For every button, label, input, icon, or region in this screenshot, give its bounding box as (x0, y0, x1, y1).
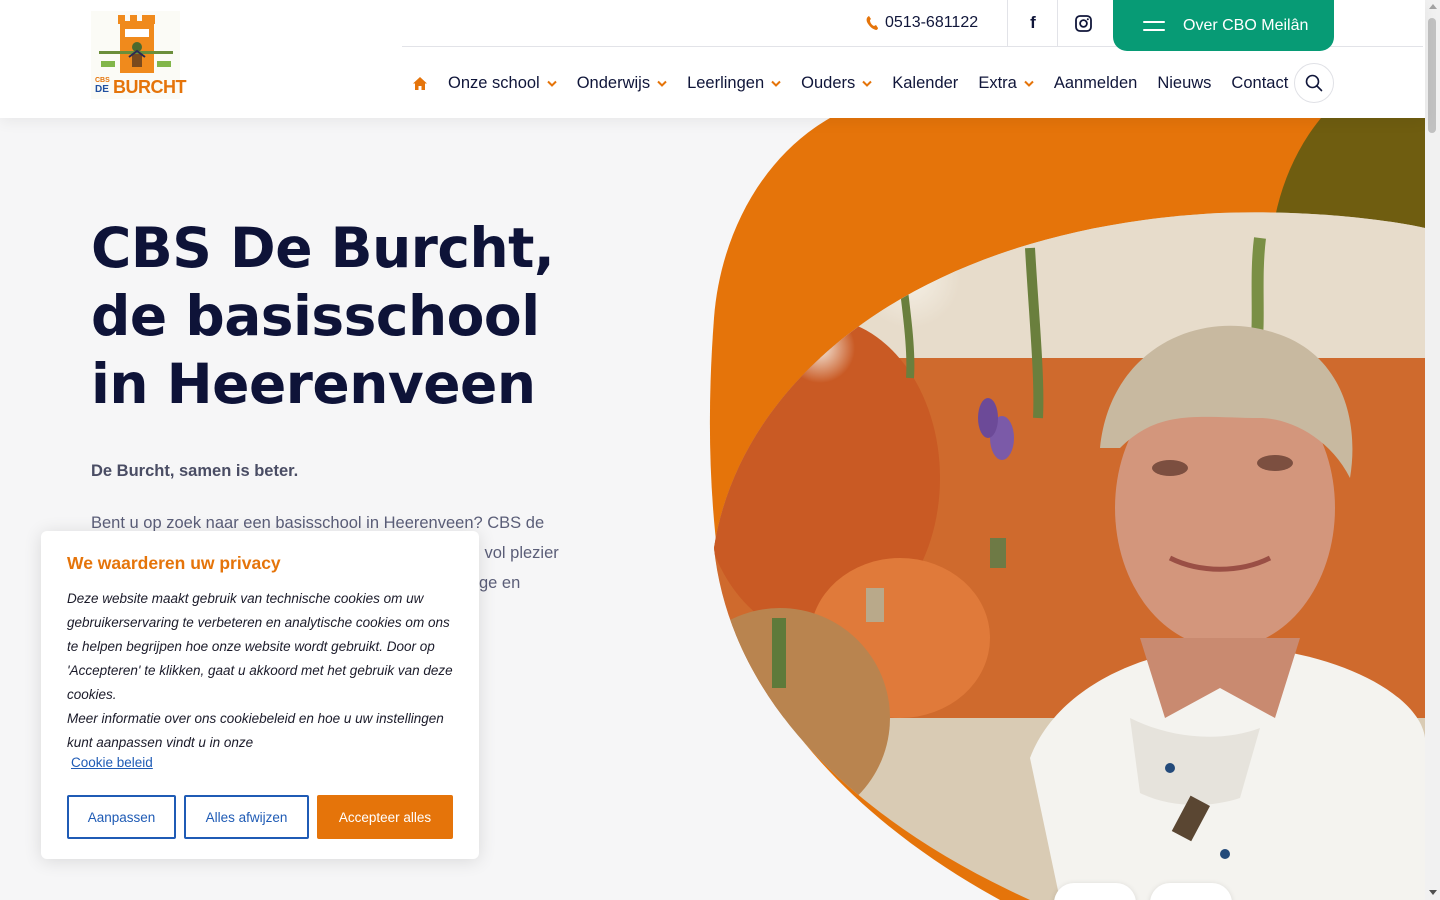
nav-label: Nieuws (1157, 73, 1212, 92)
over-cbo-button[interactable]: Over CBO Meilân (1113, 0, 1334, 51)
header-separator (1057, 0, 1058, 46)
scroll-down-icon[interactable] (1429, 890, 1437, 895)
cookie-text: Deze website maakt gebruik van technisch… (67, 587, 462, 755)
site-header: CBS DE BURCHT 0513-681122 f Over CBO Mei… (0, 0, 1425, 118)
main-nav: Onze school Onderwijs Leerlingen Ouders … (412, 70, 1308, 96)
cookie-text-2: Meer informatie over ons cookiebeleid en… (67, 711, 444, 750)
logo-cbs: CBS (95, 77, 110, 84)
hero-title: CBS De Burcht, de basisschool in Heerenv… (91, 216, 555, 416)
reject-all-button[interactable]: Alles afwijzen (184, 795, 309, 839)
nav-item-nieuws[interactable]: Nieuws (1157, 74, 1211, 93)
scroll-thumb[interactable] (1428, 18, 1436, 133)
over-cbo-label: Over CBO Meilân (1183, 16, 1309, 34)
logo-de: DE (95, 84, 109, 95)
scrollbar[interactable] (1425, 0, 1440, 900)
video-control-button[interactable] (1150, 883, 1232, 900)
video-control-button[interactable] (1054, 883, 1136, 900)
home-icon[interactable] (412, 76, 428, 91)
cookie-banner: We waarderen uw privacy Deze website maa… (41, 531, 479, 859)
nav-label: Kalender (892, 73, 959, 92)
nav-label: Onze school (448, 73, 540, 92)
nav-item-onderwijs[interactable]: Onderwijs (577, 74, 667, 93)
nav-label: Contact (1231, 73, 1289, 92)
nav-label: Ouders (801, 73, 856, 92)
accept-all-button[interactable]: Accepteer alles (317, 795, 453, 839)
cookie-text-1: Deze website maakt gebruik van technisch… (67, 591, 453, 702)
header-separator (1007, 0, 1008, 46)
chevron-down-icon (657, 80, 667, 87)
cookie-title: We waarderen uw privacy (67, 553, 281, 573)
logo-burcht: BURCHT (113, 77, 187, 97)
nav-item-extra[interactable]: Extra (978, 74, 1034, 93)
hero-subtitle: De Burcht, samen is beter. (91, 462, 299, 480)
customize-button[interactable]: Aanpassen (67, 795, 176, 839)
chevron-down-icon (862, 80, 872, 87)
chevron-down-icon (771, 80, 781, 87)
page: CBS DE BURCHT 0513-681122 f Over CBO Mei… (0, 0, 1440, 900)
nav-item-onze-school[interactable]: Onze school (448, 74, 557, 93)
nav-item-ouders[interactable]: Ouders (801, 74, 872, 93)
search-button[interactable] (1294, 63, 1334, 103)
search-icon (1305, 74, 1323, 92)
nav-item-leerlingen[interactable]: Leerlingen (687, 74, 781, 93)
facebook-icon[interactable]: f (1020, 10, 1046, 36)
chevron-down-icon (1024, 80, 1034, 87)
cookie-policy-link[interactable]: Cookie beleid (71, 755, 153, 770)
hero-photo (709, 118, 1425, 900)
phone-link[interactable]: 0513-681122 (866, 12, 978, 34)
nav-label: Onderwijs (576, 73, 651, 92)
phone-icon (866, 16, 878, 30)
hero-visual (700, 118, 1425, 900)
instagram-icon[interactable] (1070, 10, 1096, 36)
nav-label: Extra (978, 73, 1017, 92)
scroll-up-icon[interactable] (1429, 4, 1437, 9)
nav-item-contact[interactable]: Contact (1231, 74, 1288, 93)
school-logo[interactable]: CBS DE BURCHT (91, 11, 187, 99)
nav-label: Leerlingen (687, 73, 765, 92)
nav-item-kalender[interactable]: Kalender (892, 74, 958, 93)
nav-label: Aanmelden (1053, 73, 1138, 92)
hamburger-icon (1143, 20, 1165, 31)
nav-item-aanmelden[interactable]: Aanmelden (1054, 74, 1137, 93)
chevron-down-icon (547, 80, 557, 87)
phone-number: 0513-681122 (885, 14, 979, 31)
